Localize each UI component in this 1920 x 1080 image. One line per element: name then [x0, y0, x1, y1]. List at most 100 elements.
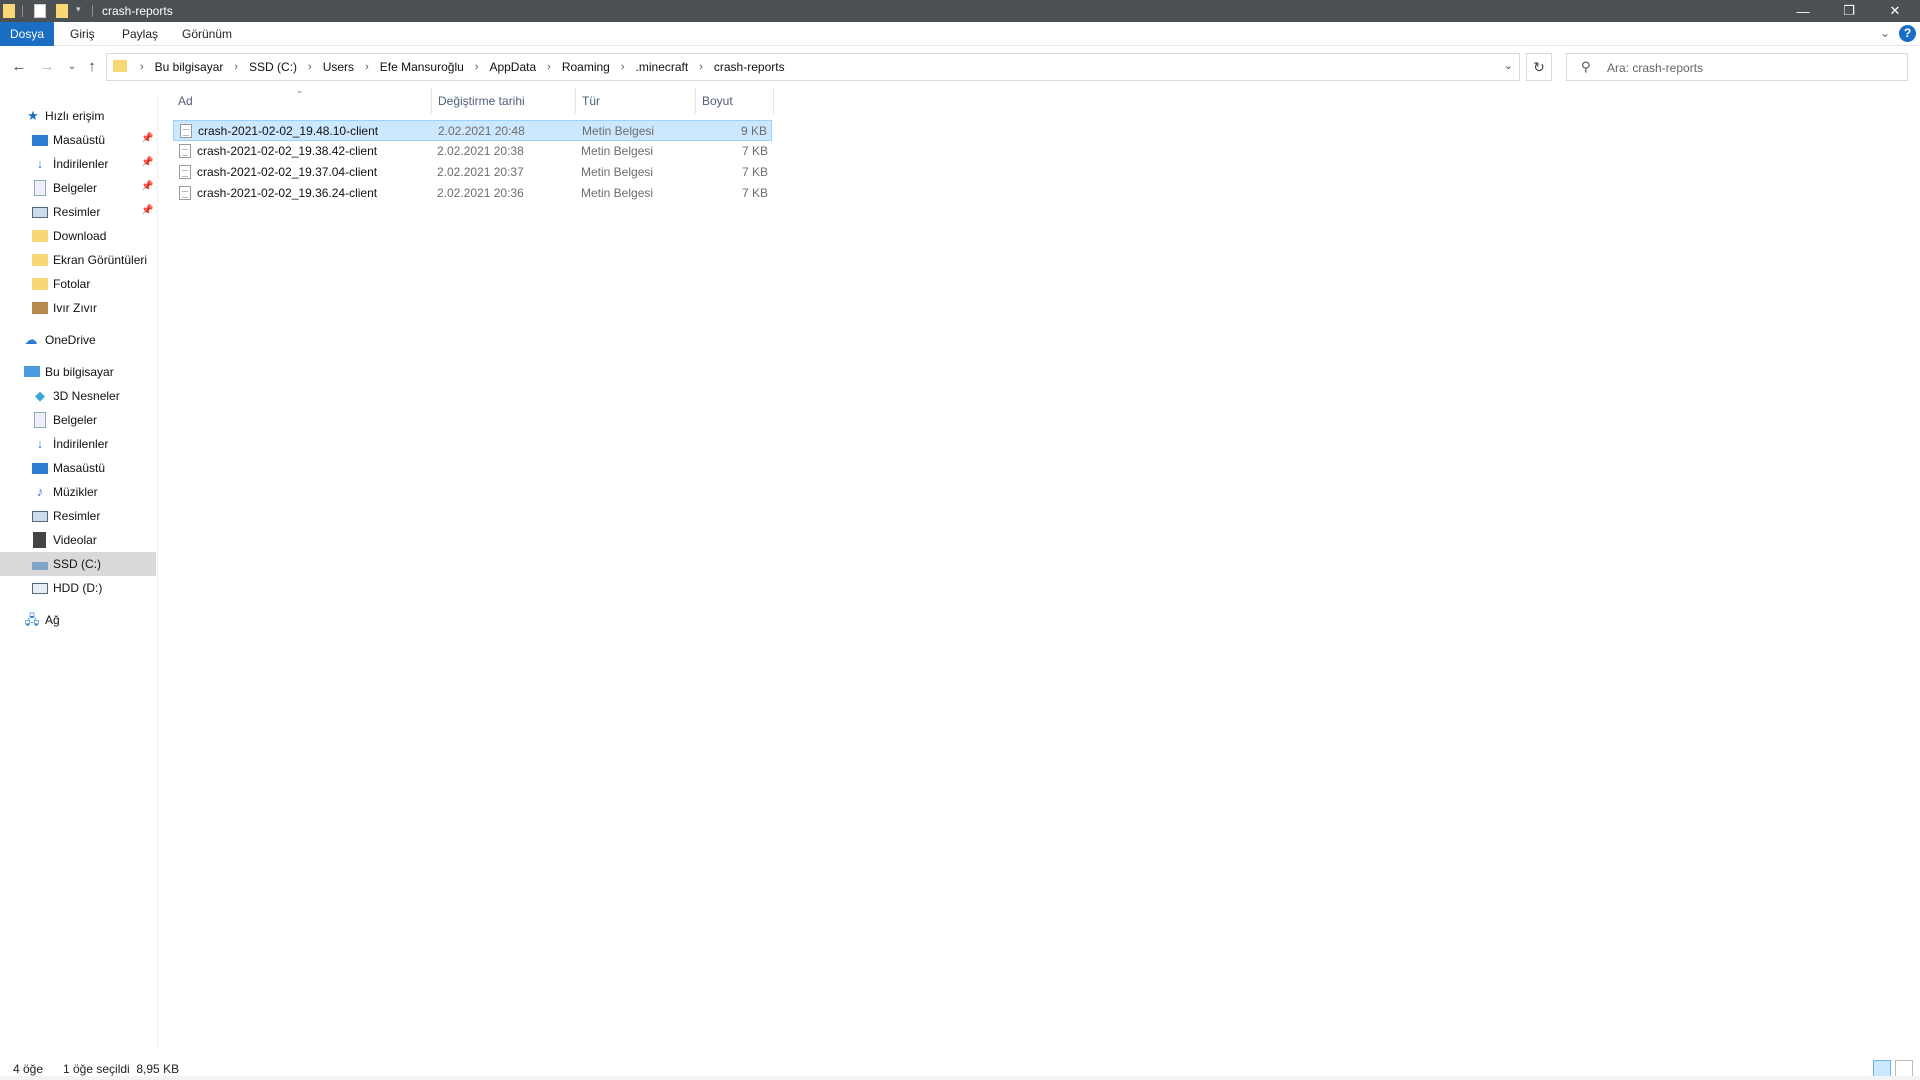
documents-icon: [34, 412, 46, 428]
sidebar-item-label: İndirilenler: [53, 437, 109, 451]
sidebar-item-label: 3D Nesneler: [53, 389, 120, 403]
drive-icon: [32, 562, 48, 570]
address-bar[interactable]: › Bu bilgisayar › SSD (C:) › Users › Efe…: [106, 53, 1520, 81]
tab-share[interactable]: Paylaş: [112, 22, 168, 46]
breadcrumb-ssd[interactable]: SSD (C:): [245, 60, 301, 74]
folder-icon: [3, 4, 15, 18]
music-icon: ♪: [36, 484, 44, 499]
bottom-border: [0, 1076, 1920, 1080]
properties-icon[interactable]: [34, 4, 46, 18]
sidebar-item-desktop-pc[interactable]: Masaüstü: [0, 456, 156, 480]
up-button[interactable]: ↑: [82, 57, 102, 77]
file-date: 2.02.2021 20:36: [437, 186, 524, 200]
sidebar-item-screenshots[interactable]: Ekran Görüntüleri: [0, 248, 156, 272]
sidebar-item-download-folder[interactable]: Download: [0, 224, 156, 248]
sidebar-item-label: Belgeler: [53, 413, 98, 427]
sidebar-item-label: Ekran Görüntüleri: [53, 253, 148, 267]
cube-icon: ◆: [35, 388, 45, 403]
sidebar-item-desktop[interactable]: Masaüstü 📌: [0, 128, 156, 152]
breadcrumb-users[interactable]: Users: [319, 60, 358, 74]
help-icon[interactable]: ?: [1899, 25, 1916, 42]
file-row[interactable]: crash-2021-02-02_19.36.24-client 2.02.20…: [173, 183, 772, 204]
folder-icon: [32, 230, 48, 242]
ribbon-tabs: Dosya Giriş Paylaş Görünüm ⌄ ?: [0, 22, 1920, 46]
search-input[interactable]: ⚲ Ara: crash-reports: [1566, 53, 1908, 81]
pin-icon[interactable]: 📌: [141, 133, 153, 144]
tab-home[interactable]: Giriş: [60, 22, 105, 46]
breadcrumb-roaming[interactable]: Roaming: [558, 60, 614, 74]
tab-file[interactable]: Dosya: [0, 22, 54, 46]
sidebar-item-documents[interactable]: Belgeler 📌: [0, 176, 156, 200]
breadcrumb-minecraft[interactable]: .minecraft: [632, 60, 693, 74]
chevron-down-icon[interactable]: ⌄: [1504, 59, 1513, 72]
file-row[interactable]: crash-2021-02-02_19.48.10-client 2.02.20…: [173, 120, 772, 141]
pin-icon[interactable]: 📌: [141, 205, 153, 216]
sidebar-item-hdd[interactable]: HDD (D:): [0, 576, 156, 600]
sidebar-item-misc[interactable]: Ivır Zıvır: [0, 296, 156, 320]
sidebar-item-music[interactable]: ♪ Müzikler: [0, 480, 156, 504]
folder-icon: [32, 254, 48, 266]
column-header-size[interactable]: Boyut: [696, 88, 774, 114]
sidebar-item-quick-access[interactable]: ★ Hızlı erişim: [0, 104, 156, 128]
sidebar-item-documents-pc[interactable]: Belgeler: [0, 408, 156, 432]
expand-ribbon-icon[interactable]: ⌄: [1880, 26, 1890, 40]
sidebar-item-network[interactable]: 🖧 Ağ: [0, 608, 156, 632]
sidebar-item-3d-objects[interactable]: ◆ 3D Nesneler: [0, 384, 156, 408]
sidebar-item-downloads[interactable]: ↓ İndirilenler 📌: [0, 152, 156, 176]
pin-icon[interactable]: 📌: [141, 181, 153, 192]
file-size: 9 KB: [740, 124, 767, 138]
chevron-right-icon[interactable]: ›: [614, 61, 632, 73]
sidebar-item-onedrive[interactable]: ☁ OneDrive: [0, 328, 156, 352]
pictures-icon: [32, 511, 48, 522]
sidebar-item-pictures-pc[interactable]: Resimler: [0, 504, 156, 528]
sidebar-item-label: SSD (C:): [53, 557, 101, 571]
close-button[interactable]: ✕: [1872, 0, 1918, 22]
new-folder-icon[interactable]: [56, 4, 68, 18]
minimize-button[interactable]: —: [1780, 0, 1826, 22]
sidebar-item-label: HDD (D:): [53, 581, 103, 595]
sidebar-item-label: Bu bilgisayar: [45, 365, 114, 379]
sidebar-item-label: Hızlı erişim: [45, 109, 105, 123]
chevron-right-icon[interactable]: ›: [540, 61, 558, 73]
sidebar-item-videos[interactable]: Videolar: [0, 528, 156, 552]
chevron-right-icon[interactable]: ›: [301, 61, 319, 73]
column-header-type[interactable]: Tür: [576, 88, 696, 114]
sidebar-item-pictures[interactable]: Resimler 📌: [0, 200, 156, 224]
file-row[interactable]: crash-2021-02-02_19.38.42-client 2.02.20…: [173, 141, 772, 162]
separator: [22, 5, 23, 17]
file-date: 2.02.2021 20:38: [437, 144, 524, 158]
breadcrumb-crash-reports[interactable]: crash-reports: [710, 60, 789, 74]
breadcrumb-this-pc[interactable]: Bu bilgisayar: [151, 60, 228, 74]
sidebar-item-label: Müzikler: [53, 485, 98, 499]
refresh-button[interactable]: ↻: [1526, 53, 1552, 81]
breadcrumb-appdata[interactable]: AppData: [485, 60, 540, 74]
text-file-icon: [180, 124, 192, 138]
file-row[interactable]: crash-2021-02-02_19.37.04-client 2.02.20…: [173, 162, 772, 183]
navigation-pane: ★ Hızlı erişim Masaüstü 📌 ↓ İndirilenler…: [0, 95, 158, 1050]
sidebar-item-photos[interactable]: Fotolar: [0, 272, 156, 296]
sidebar-item-label: Belgeler: [53, 181, 98, 195]
column-header-name[interactable]: Ad: [172, 88, 432, 114]
sidebar-item-ssd[interactable]: SSD (C:): [0, 552, 156, 576]
forward-button[interactable]: →: [37, 57, 57, 77]
customize-toolbar-icon[interactable]: ▾: [76, 4, 81, 15]
pin-icon[interactable]: 📌: [141, 157, 153, 168]
sidebar-item-downloads-pc[interactable]: ↓ İndirilenler: [0, 432, 156, 456]
selection-info: 1 öğe seçildi 8,95 KB: [63, 1062, 180, 1076]
back-button[interactable]: ←: [9, 57, 29, 77]
sidebar-item-this-pc[interactable]: Bu bilgisayar: [0, 360, 156, 384]
sidebar-item-label: Masaüstü: [53, 461, 106, 475]
file-name: crash-2021-02-02_19.36.24-client: [197, 186, 378, 200]
breadcrumb: › Bu bilgisayar › SSD (C:) › Users › Efe…: [133, 54, 789, 80]
restore-button[interactable]: ❐: [1826, 0, 1872, 22]
chevron-right-icon[interactable]: ›: [358, 61, 376, 73]
tab-view[interactable]: Görünüm: [172, 22, 242, 46]
chevron-right-icon[interactable]: ›: [468, 61, 486, 73]
recent-locations-button[interactable]: ⌄: [62, 57, 82, 77]
chevron-right-icon[interactable]: ›: [133, 61, 151, 73]
chevron-right-icon[interactable]: ›: [692, 61, 710, 73]
chevron-right-icon[interactable]: ›: [227, 61, 245, 73]
column-header-date[interactable]: Değiştirme tarihi: [432, 88, 576, 114]
network-icon: 🖧: [24, 612, 40, 627]
breadcrumb-user[interactable]: Efe Mansuroğlu: [376, 60, 468, 74]
